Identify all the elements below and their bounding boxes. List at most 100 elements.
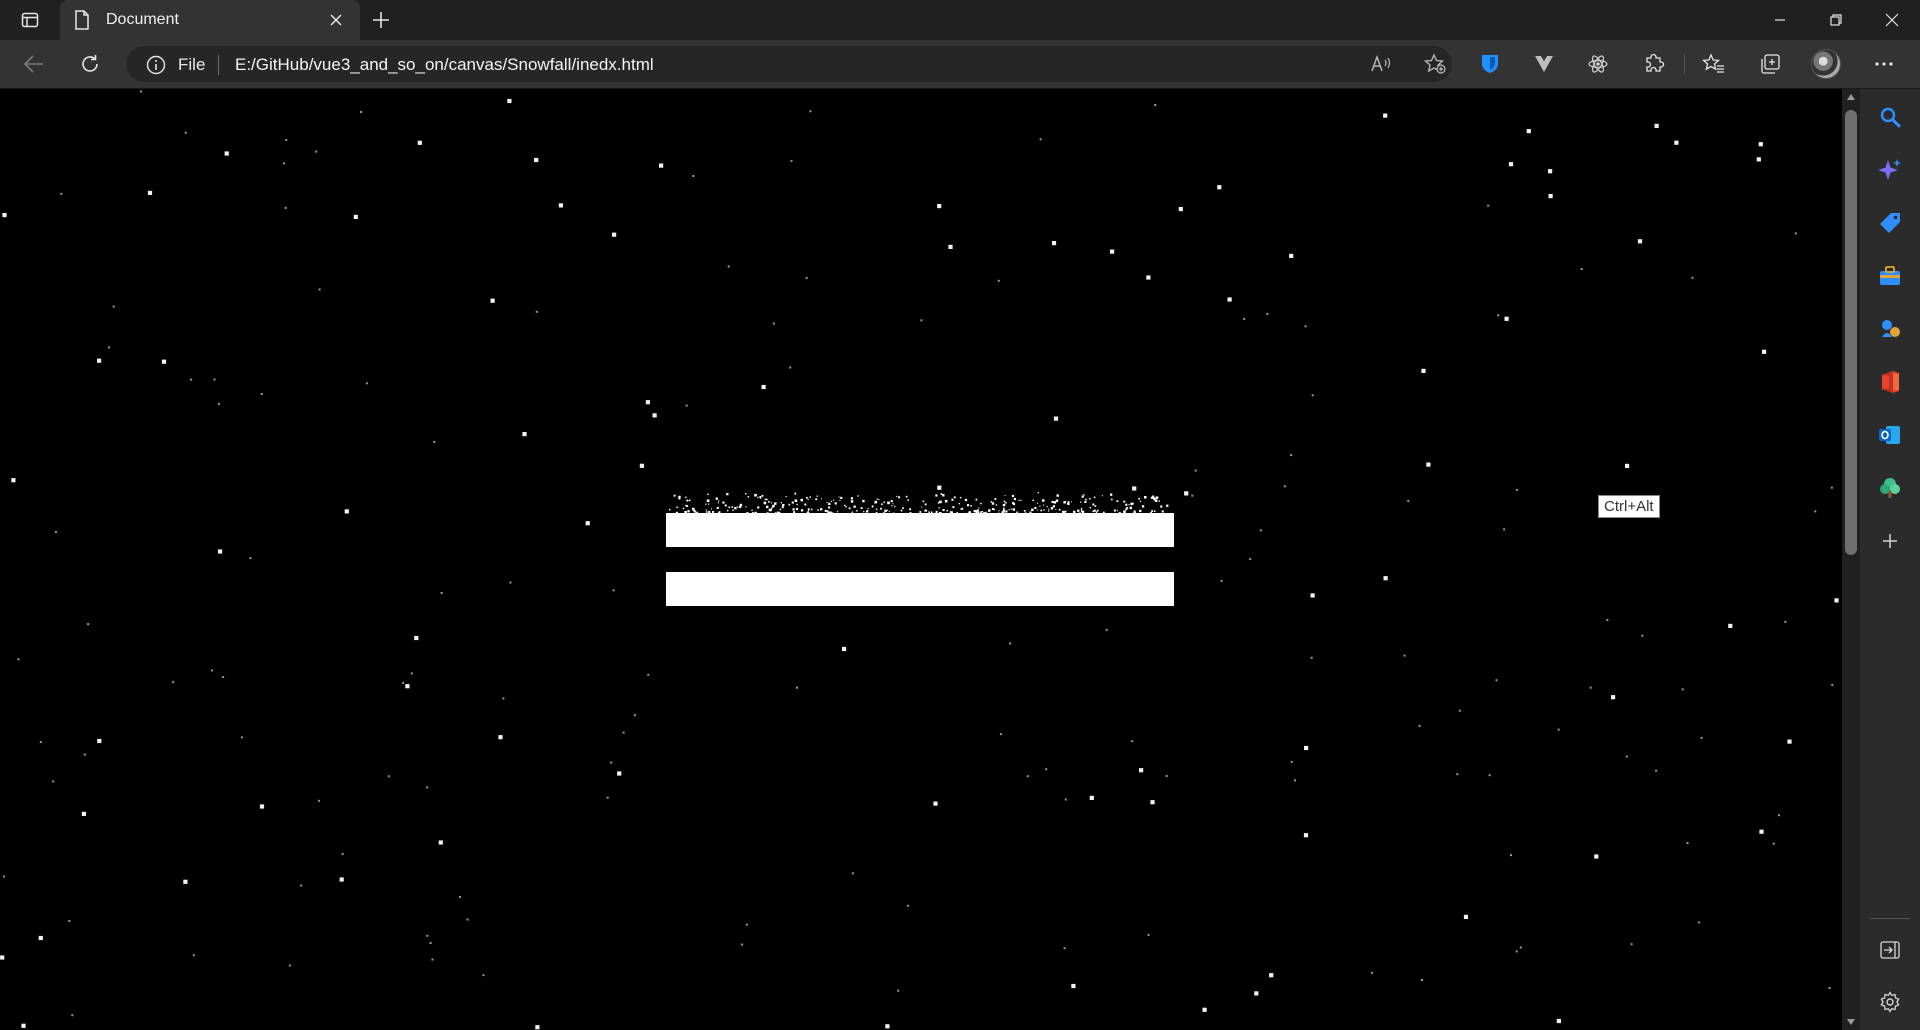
snowflake (1691, 276, 1694, 279)
snowflake (438, 840, 443, 845)
tab-actions-menu-icon[interactable] (14, 8, 46, 32)
snowflake (54, 531, 57, 534)
snow-pile-particle (779, 508, 782, 511)
bitwarden-icon[interactable] (1472, 48, 1508, 80)
snowflake (502, 697, 505, 700)
new-tab-icon[interactable] (366, 6, 396, 34)
site-info-icon[interactable] (146, 55, 166, 80)
snowflake (1503, 528, 1506, 531)
snow-pile-particle (757, 506, 760, 509)
snowflake (1089, 795, 1094, 800)
snow-pile-particle (781, 506, 784, 509)
vue-devtools-icon[interactable] (1526, 48, 1562, 80)
snowflake (433, 440, 436, 443)
snow-pile-particle (673, 494, 676, 497)
snow-pile-particle (1037, 509, 1039, 511)
back-icon[interactable] (16, 48, 52, 80)
snow-pile-particle (921, 506, 923, 508)
search-icon[interactable] (1872, 99, 1908, 135)
snow-pile-particle (1002, 507, 1005, 510)
office-icon[interactable] (1872, 364, 1908, 400)
copilot-icon[interactable] (1872, 152, 1908, 188)
snowflake (796, 686, 798, 689)
snow-pile-particle (834, 502, 837, 505)
favorites-icon[interactable] (1696, 48, 1732, 80)
snowflake (1254, 991, 1259, 996)
snowflake (789, 366, 792, 369)
snowflake (612, 232, 617, 237)
tools-icon[interactable] (1872, 258, 1908, 294)
snowflake (2, 875, 5, 878)
extensions-icon[interactable] (1636, 48, 1672, 80)
snow-pile-particle (708, 503, 710, 505)
snowflake (1698, 921, 1701, 924)
snow-pile-particle (1005, 502, 1007, 504)
snowflake (183, 879, 188, 884)
snowflake (1259, 529, 1262, 532)
snow-pile-particle (1158, 500, 1160, 502)
snowflake (1772, 842, 1775, 845)
snowflake (507, 98, 512, 104)
vertical-scrollbar[interactable] (1842, 89, 1860, 1030)
add-favorite-icon[interactable] (1422, 52, 1448, 76)
close-tab-icon[interactable] (324, 8, 348, 32)
snow-pile-particle (1116, 509, 1119, 512)
snowflake (11, 478, 16, 483)
snow-pile-particle (884, 509, 887, 513)
snowflake (1191, 494, 1194, 497)
snowflake (440, 592, 443, 594)
snowfall-canvas (0, 90, 1839, 1030)
snowflake (1548, 194, 1553, 199)
hide-sidebar-icon[interactable] (1872, 932, 1908, 968)
snow-pile-particle (794, 492, 797, 495)
minimize-icon[interactable] (1752, 0, 1808, 40)
shopping-icon[interactable] (1872, 205, 1908, 241)
snow-pile-particle (1012, 502, 1014, 504)
collections-icon[interactable] (1752, 48, 1788, 80)
snowflake (1071, 983, 1076, 989)
snowflake (1220, 579, 1223, 582)
scroll-thumb[interactable] (1845, 110, 1857, 555)
url-text[interactable]: E:/GitHub/vue3_and_so_on/canvas/Snowfall… (235, 55, 654, 75)
snow-pile-particle (1113, 509, 1116, 512)
scroll-up-icon[interactable] (1842, 89, 1860, 105)
add-icon[interactable] (1872, 523, 1908, 559)
snow-pile-particle (716, 506, 719, 509)
snowflake (1508, 162, 1514, 167)
snowflake (282, 162, 285, 165)
outlook-icon[interactable] (1872, 417, 1908, 453)
snow-pile-particle (718, 500, 720, 502)
snow-pile-particle (754, 493, 757, 497)
snow-pile-particle (1081, 507, 1083, 509)
refresh-icon[interactable] (72, 48, 108, 80)
snowflake (920, 319, 923, 322)
read-aloud-icon[interactable] (1368, 52, 1394, 76)
react-devtools-icon[interactable] (1580, 48, 1616, 80)
close-window-icon[interactable] (1864, 0, 1920, 40)
games-icon[interactable] (1872, 311, 1908, 347)
snow-pile-particle (900, 509, 902, 512)
snowflake (772, 322, 775, 325)
snow-pile-particle (1048, 510, 1050, 512)
snowflake (1594, 854, 1599, 859)
snowflake (1519, 946, 1522, 949)
settings-icon[interactable] (1872, 984, 1908, 1020)
snow-pile-particle (693, 510, 695, 512)
snow-pile-particle (804, 503, 807, 506)
snowflake (490, 298, 495, 303)
restore-icon[interactable] (1808, 0, 1864, 40)
snow-pile-particle (942, 494, 945, 497)
snow-pile-particle (938, 507, 940, 509)
address-bar[interactable]: File E:/GitHub/vue3_and_so_on/canvas/Sno… (126, 46, 1452, 82)
snow-pile-particle (761, 494, 764, 497)
tree-icon[interactable] (1872, 470, 1908, 506)
active-tab[interactable]: Document (60, 0, 360, 40)
more-icon[interactable] (1866, 48, 1902, 80)
profile-avatar[interactable] (1808, 48, 1844, 80)
snow-pile-particle (731, 506, 734, 508)
snow-pile-particle (1123, 500, 1126, 503)
snow-pile-particle (1034, 506, 1037, 509)
scroll-down-icon[interactable] (1842, 1014, 1860, 1030)
snow-pile-particle (1012, 508, 1015, 511)
snow-pile-particle (1089, 498, 1091, 500)
